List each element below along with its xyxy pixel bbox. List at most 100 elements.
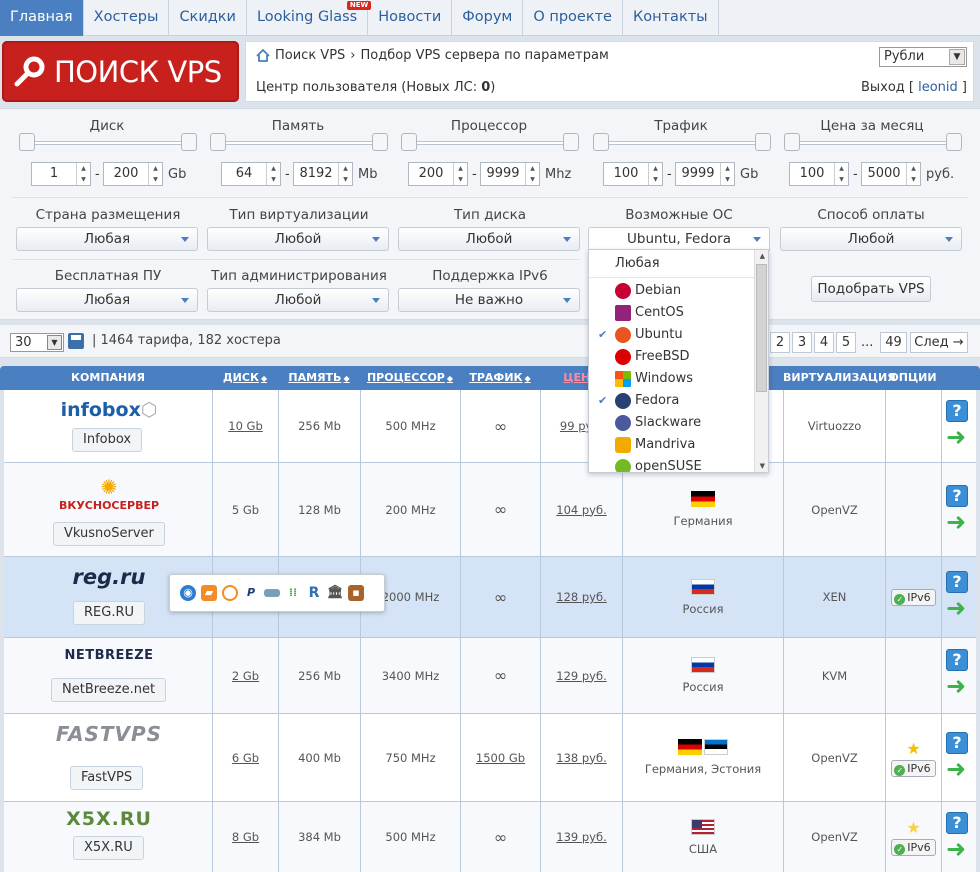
go-arrow-icon[interactable]: ➜	[944, 425, 968, 450]
go-arrow-icon[interactable]: ➜	[944, 674, 968, 699]
nav-hosters[interactable]: Хостеры	[84, 0, 170, 36]
help-button[interactable]: ?	[946, 732, 968, 754]
memory-slider-track[interactable]	[220, 141, 376, 145]
page-2[interactable]: 2	[770, 332, 790, 353]
price-slider-min-handle[interactable]	[784, 133, 800, 151]
go-arrow-icon[interactable]: ➜	[944, 596, 968, 621]
virtualization-select[interactable]: Любой	[207, 227, 389, 251]
price-min-input[interactable]: 100 ▲ ▼	[789, 162, 849, 186]
os-select[interactable]: Ubuntu, Fedora	[588, 227, 770, 251]
hoster-name-button[interactable]: REG.RU	[73, 601, 146, 625]
spinner-arrows-icon[interactable]: ▲ ▼	[453, 163, 467, 185]
help-button[interactable]: ?	[946, 649, 968, 671]
currency-select[interactable]: Рубли ▼	[879, 47, 967, 67]
os-option-fedora[interactable]: ✔ Fedora	[589, 390, 755, 412]
go-arrow-icon[interactable]: ➜	[944, 757, 968, 782]
spinner-arrows-icon[interactable]: ▲ ▼	[720, 163, 734, 185]
help-button[interactable]: ?	[946, 485, 968, 507]
find-vps-button[interactable]: Подобрать VPS	[811, 276, 931, 302]
price-slider-track[interactable]	[794, 141, 950, 145]
os-list-scrollbar[interactable]: ▲ ▼	[754, 250, 768, 472]
scroll-up-icon[interactable]: ▲	[760, 252, 765, 260]
col-disk[interactable]: ДИСК ◆	[212, 366, 278, 390]
os-option-centos[interactable]: CentOS	[589, 302, 755, 324]
per-page-select[interactable]: 30 ▼	[10, 333, 64, 352]
cpu-slider-track[interactable]	[411, 141, 567, 145]
os-option-opensuse[interactable]: openSUSE	[589, 456, 755, 472]
memory-min-input[interactable]: 64 ▲ ▼	[221, 162, 281, 186]
spinner-arrows-icon[interactable]: ▲ ▼	[338, 163, 352, 185]
spinner-arrows-icon[interactable]: ▲ ▼	[906, 163, 920, 185]
spinner-arrows-icon[interactable]: ▲ ▼	[76, 163, 90, 185]
page-last[interactable]: 49	[880, 332, 907, 353]
page-3[interactable]: 3	[792, 332, 812, 353]
os-option-mandriva[interactable]: Mandriva	[589, 434, 755, 456]
nav-home[interactable]: Главная	[0, 0, 84, 36]
hoster-name-button[interactable]: VkusnoServer	[53, 522, 165, 546]
nav-discounts[interactable]: Скидки	[169, 0, 247, 36]
price-slider-max-handle[interactable]	[946, 133, 962, 151]
go-arrow-icon[interactable]: ➜	[944, 510, 968, 535]
disk-slider-min-handle[interactable]	[19, 133, 35, 151]
col-memory[interactable]: ПАМЯТЬ ◆	[278, 366, 360, 390]
scrollbar-thumb[interactable]	[756, 264, 767, 392]
table-row[interactable]: ✺ ВКУСНОСЕРВЕР VkusnoServer 5 Gb 128 Mb 2…	[4, 463, 976, 557]
help-button[interactable]: ?	[946, 571, 968, 593]
hoster-name-button[interactable]: Infobox	[72, 428, 143, 452]
disk-type-select[interactable]: Любой	[398, 227, 580, 251]
country-select[interactable]: Любая	[16, 227, 198, 251]
os-option-windows[interactable]: Windows	[589, 368, 755, 390]
nav-forum[interactable]: Форум	[452, 0, 524, 36]
scroll-down-icon[interactable]: ▼	[760, 462, 765, 470]
memory-slider-min-handle[interactable]	[210, 133, 226, 151]
disk-max-input[interactable]: 200 ▲ ▼	[103, 162, 163, 186]
page-4[interactable]: 4	[814, 332, 834, 353]
table-row[interactable]: FASTVPS FastVPS 6 Gb 400 Mb 750 MHz 1500…	[4, 714, 976, 802]
logout-link[interactable]: Выход [ leonid ]	[861, 80, 967, 95]
traffic-max-input[interactable]: 9999 ▲ ▼	[675, 162, 735, 186]
help-button[interactable]: ?	[946, 812, 968, 834]
memory-max-input[interactable]: 8192 ▲ ▼	[293, 162, 353, 186]
nav-about[interactable]: О проекте	[523, 0, 623, 36]
spinner-arrows-icon[interactable]: ▲ ▼	[648, 163, 662, 185]
memory-slider-max-handle[interactable]	[372, 133, 388, 151]
spinner-arrows-icon[interactable]: ▲ ▼	[266, 163, 280, 185]
site-logo[interactable]: ПОИСК VPS	[2, 41, 239, 102]
table-row[interactable]: infobox⬡ Infobox 10 Gb 256 Mb 500 MHz ∞ …	[4, 390, 976, 463]
spinner-arrows-icon[interactable]: ▲ ▼	[834, 163, 848, 185]
nav-looking-glass[interactable]: Looking Glass NEW	[247, 0, 372, 36]
disk-slider-track[interactable]	[29, 141, 185, 145]
hoster-name-button[interactable]: NetBreeze.net	[51, 678, 167, 702]
save-icon[interactable]	[68, 333, 84, 349]
user-center-link[interactable]: Центр пользователя (Новых ЛС: 0)	[256, 80, 495, 95]
col-cpu[interactable]: ПРОЦЕССОР ◆	[360, 366, 460, 390]
hoster-name-button[interactable]: X5X.RU	[73, 836, 144, 860]
disk-slider-max-handle[interactable]	[181, 133, 197, 151]
os-option-freebsd[interactable]: FreeBSD	[589, 346, 755, 368]
home-icon[interactable]	[256, 49, 270, 62]
traffic-slider-min-handle[interactable]	[593, 133, 609, 151]
help-button[interactable]: ?	[946, 400, 968, 422]
spinner-arrows-icon[interactable]: ▲ ▼	[148, 163, 162, 185]
go-arrow-icon[interactable]: ➜	[944, 837, 968, 862]
traffic-slider-max-handle[interactable]	[755, 133, 771, 151]
ipv6-select[interactable]: Не важно	[398, 288, 580, 312]
hoster-name-button[interactable]: FastVPS	[70, 766, 144, 790]
os-option-any[interactable]: Любая	[589, 250, 755, 278]
os-option-slackware[interactable]: Slackware	[589, 412, 755, 434]
next-page-button[interactable]: След →	[910, 332, 968, 353]
cpu-max-input[interactable]: 9999 ▲ ▼	[480, 162, 540, 186]
nav-contacts[interactable]: Контакты	[623, 0, 719, 36]
cpu-min-input[interactable]: 200 ▲ ▼	[408, 162, 468, 186]
table-row[interactable]: NETBREEZE NetBreeze.net 2 Gb 256 Mb 3400…	[4, 638, 976, 714]
page-5[interactable]: 5	[836, 332, 856, 353]
traffic-min-input[interactable]: 100 ▲ ▼	[603, 162, 663, 186]
price-max-input[interactable]: 5000 ▲ ▼	[861, 162, 921, 186]
os-option-ubuntu[interactable]: ✔ Ubuntu	[589, 324, 755, 346]
traffic-slider-track[interactable]	[603, 141, 759, 145]
breadcrumb-search-vps[interactable]: Поиск VPS	[275, 48, 345, 63]
os-option-debian[interactable]: Debian	[589, 280, 755, 302]
disk-min-input[interactable]: 1 ▲ ▼	[31, 162, 91, 186]
col-traffic[interactable]: ТРАФИК ◆	[460, 366, 540, 390]
nav-news[interactable]: Новости	[368, 0, 453, 36]
